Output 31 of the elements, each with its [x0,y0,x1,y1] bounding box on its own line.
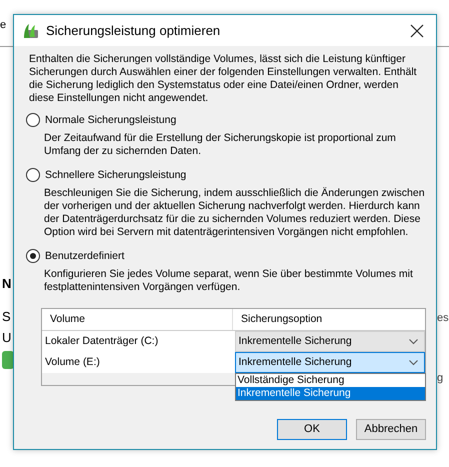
column-header: Sicherungsoption [232,309,422,330]
option-label[interactable]: Normale Sicherungsleistung [45,114,176,126]
chevron-icon [409,338,418,344]
window-title: e [0,19,6,31]
option-description: Beschleunigen Sie die Sicherung, indem ausschließlich die Änderungen zwischen der vorherigen und der aktuellen Sicherung nachverfolgt werden. Hierdurch kann der Datenträgerdurchsatz für die zu sichernden Volumes reduziert werden. Diese Option wird bei Servern mit datenträgerintensiven Vorgängen nicht empfohlen. [44,187,426,239]
label: es [437,312,449,324]
window-title: Sicherungsleistung optimieren [46,23,222,38]
radio-button[interactable] [26,113,40,127]
intro-text: Enthalten die Sicherungen vollständige Volumes, lässt sich die Leistung künftiger Sicherungen durch Auswählen einer der folgenden Einstellungen verwalten. Enthält die Sicherung lediglich den Systemstatus oder eine Datei/einen Ordner, werden diese Einstellungen nicht angewendet. [29,53,418,105]
label: U [2,330,12,345]
option-description: Konfigurieren Sie jedes Volume separat, wenn Sie über bestimmte Volumes mit festplattenintensiven Vorgängen verfügen. [44,268,414,294]
table-cell-text: Lokaler Datenträger (C:) [44,334,160,349]
label: N [2,276,12,291]
dialog-button[interactable]: OK [277,419,347,440]
chevron-icon [409,360,418,366]
close-icon[interactable] [410,24,424,38]
column-header: Volume [49,313,86,326]
option-description: Der Zeitaufwand für die Erstellung der Sicherungskopie ist proportional zum Umfang der zu sichernden Daten. [44,132,397,158]
backup-icon [22,22,40,40]
option-label[interactable]: Benutzerdefiniert [45,250,124,262]
radio-button[interactable] [26,168,40,182]
dropdown-item[interactable]: Vollständige Sicherung [236,374,424,387]
dropdown-item[interactable]: Inkrementelle Sicherung [236,387,424,400]
label: g [437,372,444,384]
table-cell-text: Volume (E:) [44,355,101,370]
option-label[interactable]: Schnellere Sicherungsleistung [45,168,186,182]
label: S [2,309,12,324]
radio-button[interactable] [26,249,40,263]
option-dropdown[interactable]: Inkrementelle Sicherung [234,352,425,373]
option-dropdown[interactable]: Inkrementelle Sicherung [234,331,425,352]
dialog-button[interactable]: Abbrechen [356,419,426,440]
